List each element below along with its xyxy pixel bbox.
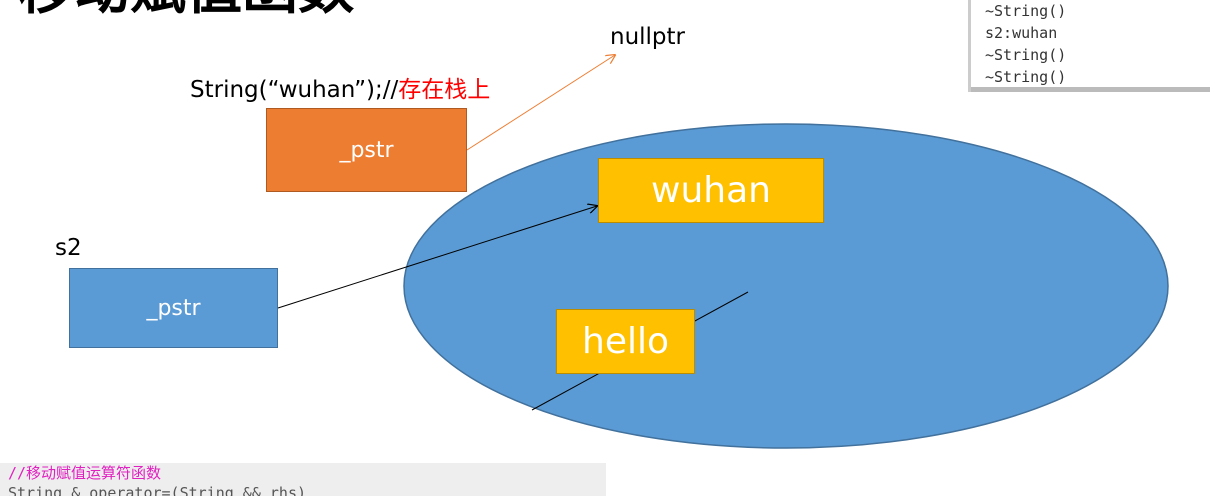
hello-box: hello xyxy=(556,309,695,374)
code-snippet: //移动赋值运算符函数 String & operator=(String &&… xyxy=(0,463,606,496)
temp-pstr-box: _pstr xyxy=(266,108,467,192)
code-line: String & operator=(String && rhs) xyxy=(8,484,307,496)
nullptr-label: nullptr xyxy=(610,24,686,50)
temp-note: 存在栈上 xyxy=(398,77,491,103)
temp-code: String(“wuhan”);// xyxy=(190,77,399,103)
s2-label: s2 xyxy=(55,235,82,261)
diagram-canvas xyxy=(277,0,1169,449)
code-comment: //移动赋值运算符函数 xyxy=(8,464,162,482)
temp-label: String(“wuhan”);//存在栈上 xyxy=(190,70,490,104)
wuhan-box: wuhan xyxy=(598,158,824,223)
s2-pstr-box: _pstr xyxy=(69,268,278,348)
